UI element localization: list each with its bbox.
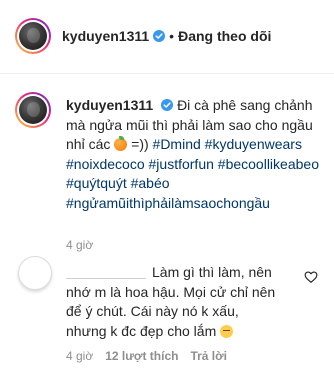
heart-outline-icon[interactable] <box>304 270 318 284</box>
comment-text: Làm gì thì làm, nên nhớ m là hoa hậu. Mọ… <box>66 263 282 341</box>
hashtag-link[interactable]: #Dmind <box>153 136 201 152</box>
caption-avatar[interactable] <box>15 92 51 128</box>
hashtag-link[interactable]: #kyduyenwears <box>205 136 302 152</box>
commenter-avatar[interactable] <box>18 256 52 290</box>
post-header: kyduyen1311 • Đang theo dõi <box>0 0 334 74</box>
avatar-image <box>19 22 47 50</box>
comment-likes[interactable]: 12 lượt thích <box>105 349 178 363</box>
redacted-username <box>66 264 146 279</box>
header-avatar[interactable] <box>15 18 51 54</box>
hashtag-link[interactable]: #ngửamũithìphảilàmsaochongầu <box>66 195 270 211</box>
header-username[interactable]: kyduyen1311 <box>62 27 149 45</box>
caption-body-end: =)) <box>131 136 149 152</box>
comment-meta: 4 giờ 12 lượt thích Trả lời <box>66 349 227 363</box>
verified-badge-icon <box>153 30 166 42</box>
verified-badge-icon <box>161 99 174 111</box>
header-line: kyduyen1311 • Đang theo dõi <box>62 27 271 45</box>
orange-icon <box>114 136 128 151</box>
header-separator: • <box>169 28 175 44</box>
hashtag-link[interactable]: #quýtquýt <box>66 175 127 191</box>
hashtag-link[interactable]: #abéo <box>131 175 170 191</box>
caption-timestamp[interactable]: 4 giờ <box>66 238 93 252</box>
avatar-image <box>19 96 47 124</box>
hashtag-link[interactable]: #justforfun <box>149 156 214 172</box>
hashtag-link[interactable]: #becoollikeabeo <box>218 156 319 172</box>
comment-timestamp[interactable]: 4 giờ <box>66 349 93 363</box>
caption-text: kyduyen1311 Đi cà phê sang chảnh mà ngửa… <box>66 96 328 213</box>
reply-button[interactable]: Trả lời <box>190 349 227 363</box>
caption-username[interactable]: kyduyen1311 <box>66 97 153 113</box>
hashtag-link[interactable]: #noixdecoco <box>66 156 145 172</box>
follow-status-button[interactable]: Đang theo dõi <box>178 27 271 45</box>
pensive-face-icon <box>220 324 234 338</box>
